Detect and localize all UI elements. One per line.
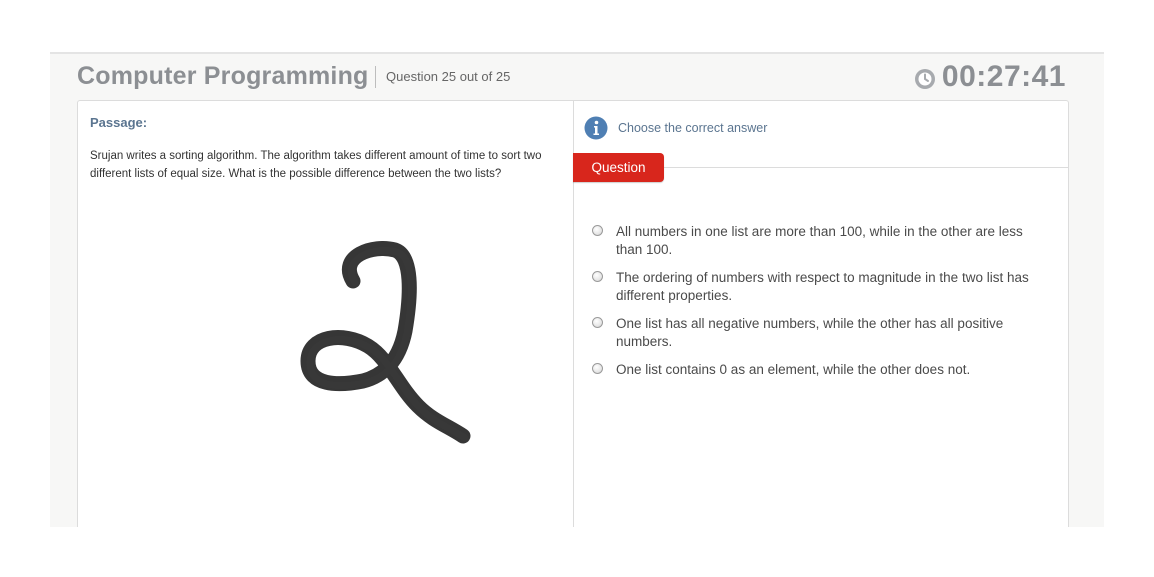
radio-button[interactable] bbox=[592, 317, 603, 328]
info-icon bbox=[584, 116, 608, 140]
test-window: Computer Programming Question 25 out of … bbox=[50, 52, 1104, 527]
timer: 00:27:41 bbox=[914, 60, 1066, 94]
tab-divider bbox=[664, 167, 1068, 168]
question-panel: Choose the correct answer Question All n… bbox=[573, 101, 1068, 527]
answer-options: All numbers in one list are more than 10… bbox=[592, 223, 1052, 389]
option-text: The ordering of numbers with respect to … bbox=[616, 270, 1029, 303]
clock-icon bbox=[914, 68, 935, 89]
tab-question[interactable]: Question bbox=[573, 153, 664, 182]
option-text: One list contains 0 as an element, while… bbox=[616, 362, 971, 377]
answer-option-3[interactable]: One list has all negative numbers, while… bbox=[592, 315, 1052, 351]
radio-button[interactable] bbox=[592, 363, 603, 374]
instruction-text: Choose the correct answer bbox=[618, 121, 768, 135]
passage-label: Passage: bbox=[90, 115, 148, 130]
page-title: Computer Programming bbox=[77, 62, 369, 90]
answer-option-4[interactable]: One list contains 0 as an element, while… bbox=[592, 361, 1052, 379]
answer-option-1[interactable]: All numbers in one list are more than 10… bbox=[592, 223, 1052, 259]
option-text: All numbers in one list are more than 10… bbox=[616, 224, 1023, 257]
option-text: One list has all negative numbers, while… bbox=[616, 316, 1004, 349]
passage-panel: Passage: Srujan writes a sorting algorit… bbox=[78, 101, 574, 527]
radio-button[interactable] bbox=[592, 271, 603, 282]
timer-value: 00:27:41 bbox=[941, 60, 1066, 93]
header-divider bbox=[375, 66, 376, 88]
question-counter: Question 25 out of 25 bbox=[386, 69, 511, 84]
radio-button[interactable] bbox=[592, 225, 603, 236]
answer-option-2[interactable]: The ordering of numbers with respect to … bbox=[592, 269, 1052, 305]
handwritten-scribble bbox=[300, 241, 471, 444]
passage-text: Srujan writes a sorting algorithm. The a… bbox=[90, 150, 542, 180]
content-area: Passage: Srujan writes a sorting algorit… bbox=[77, 100, 1069, 527]
